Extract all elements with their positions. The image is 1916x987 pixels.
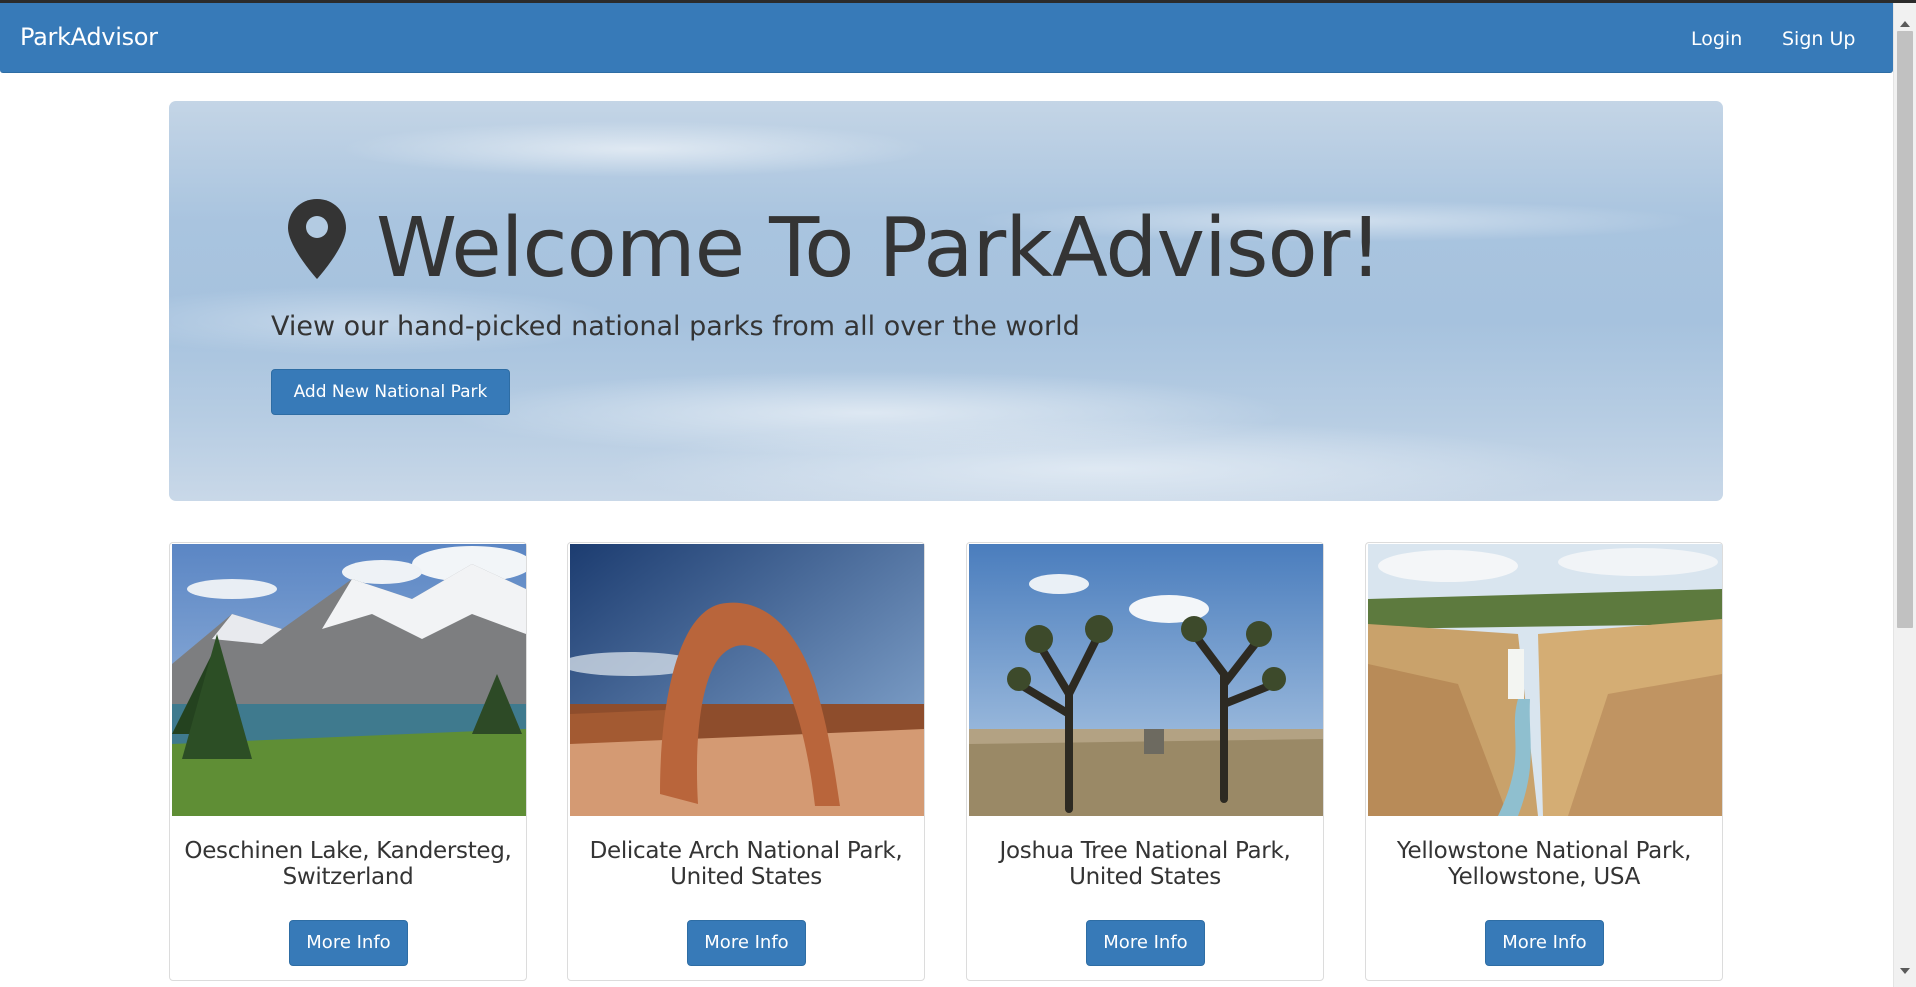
add-new-park-button[interactable]: Add New National Park (271, 369, 510, 415)
scroll-down-arrow-icon[interactable] (1900, 968, 1910, 974)
login-link[interactable]: Login (1691, 28, 1742, 50)
more-info-button[interactable]: More Info (289, 920, 408, 966)
park-title: Joshua Tree National Park, United States (967, 838, 1323, 890)
brand-link[interactable]: ParkAdvisor (20, 23, 158, 51)
hero-jumbotron: Welcome To ParkAdvisor! View our hand-pi… (169, 101, 1723, 501)
park-thumbnail-image[interactable] (570, 544, 924, 816)
map-marker-icon (288, 199, 346, 279)
signup-link[interactable]: Sign Up (1782, 28, 1855, 50)
park-title-line: United States (670, 864, 822, 890)
park-title: Delicate Arch National Park, United Stat… (568, 838, 924, 890)
hero-title: Welcome To ParkAdvisor! (376, 201, 1382, 296)
park-title-line: Switzerland (282, 864, 414, 890)
park-title-line: Yellowstone, USA (1447, 864, 1641, 890)
scrollbar-thumb[interactable] (1897, 31, 1913, 628)
park-card: Joshua Tree National Park, United States… (966, 542, 1324, 981)
hero-subtitle: View our hand-picked national parks from… (271, 311, 1080, 342)
park-title: Oeschinen Lake, Kandersteg, Switzerland (170, 838, 526, 890)
more-info-button[interactable]: More Info (1485, 920, 1604, 966)
park-card: Delicate Arch National Park, United Stat… (567, 542, 925, 981)
page-scrollbar[interactable] (1893, 3, 1916, 987)
park-title-line: Yellowstone National Park, (1396, 838, 1692, 864)
scroll-up-arrow-icon[interactable] (1900, 21, 1910, 27)
more-info-button[interactable]: More Info (687, 920, 806, 966)
park-title-line: Oeschinen Lake, Kandersteg, (184, 838, 512, 864)
park-thumbnail-image[interactable] (1368, 544, 1722, 816)
park-card: Oeschinen Lake, Kandersteg, Switzerland … (169, 542, 527, 981)
park-thumbnail-image[interactable] (969, 544, 1323, 816)
navbar: ParkAdvisor Login Sign Up (0, 3, 1893, 73)
park-thumbnail-image[interactable] (172, 544, 526, 816)
park-title-line: Delicate Arch National Park, (589, 838, 903, 864)
park-title: Yellowstone National Park, Yellowstone, … (1366, 838, 1722, 890)
more-info-button[interactable]: More Info (1086, 920, 1205, 966)
park-title-line: United States (1069, 864, 1221, 890)
park-title-line: Joshua Tree National Park, (999, 838, 1291, 864)
park-card: Yellowstone National Park, Yellowstone, … (1365, 542, 1723, 981)
